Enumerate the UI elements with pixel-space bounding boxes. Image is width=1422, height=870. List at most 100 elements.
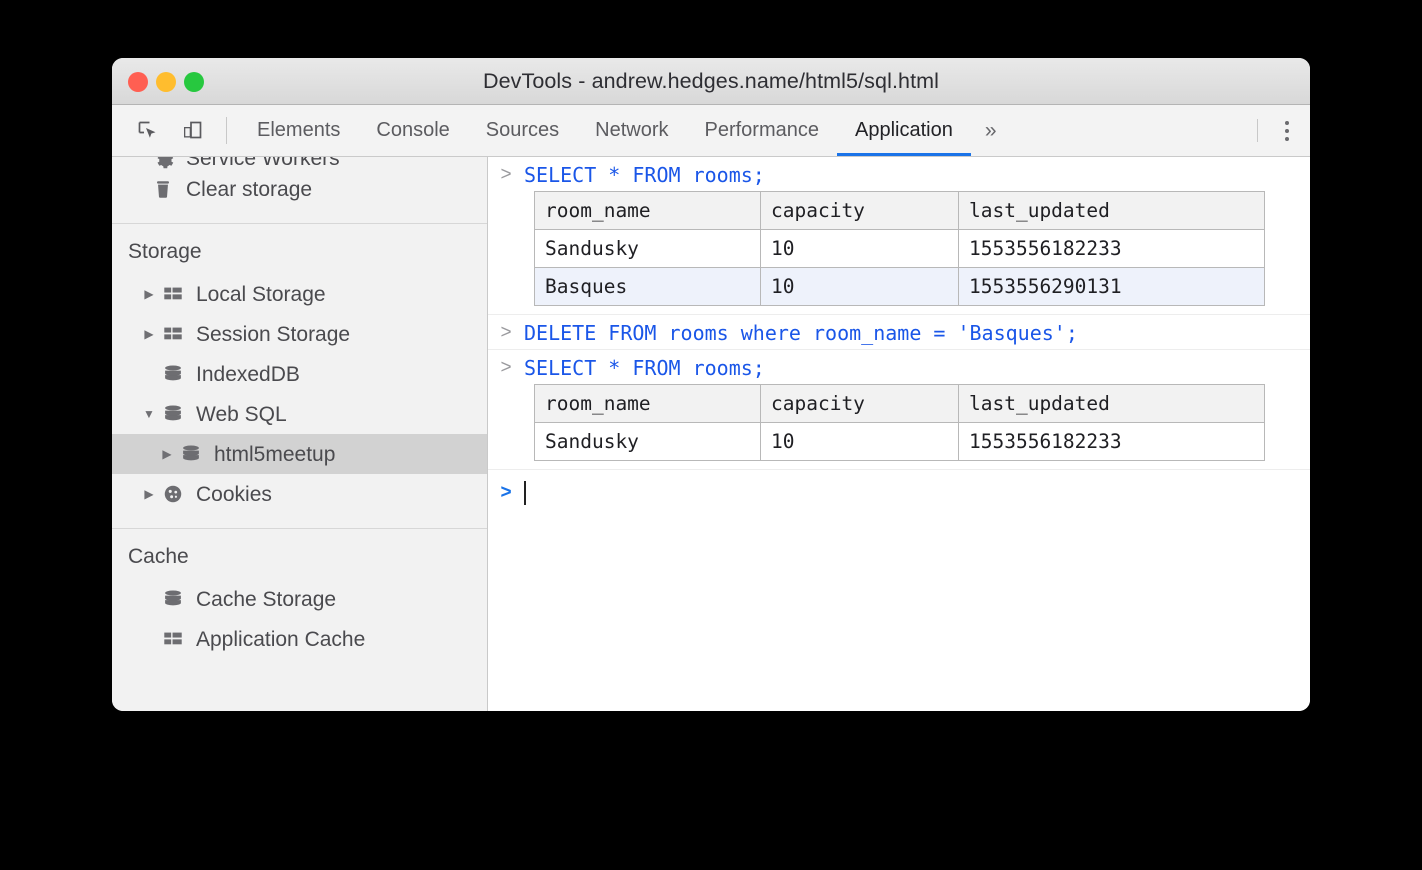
window-titlebar: DevTools - andrew.hedges.name/html5/sql.… <box>112 58 1310 105</box>
query-line[interactable]: > SELECT * FROM rooms; <box>488 157 1310 191</box>
trash-icon <box>150 178 176 200</box>
table-grid-icon <box>160 283 186 305</box>
twisty-placeholder-icon: ▶ <box>138 632 160 646</box>
column-header[interactable]: room_name <box>535 385 761 423</box>
table-cell: 1553556182233 <box>959 230 1265 268</box>
table-cell: 10 <box>761 423 959 461</box>
vertical-dots-menu-icon <box>1285 129 1289 133</box>
chevron-right-icon: > <box>488 320 524 346</box>
sidebar-item-cookies[interactable]: ▶ Cookies <box>112 474 487 514</box>
sidebar-item-label: Cache Storage <box>196 589 336 610</box>
sidebar-section-storage: Storage ▶ Local Storage ▶ <box>112 224 487 529</box>
chevron-right-icon[interactable]: ▶ <box>156 447 178 461</box>
console-entry: > DELETE FROM rooms where room_name = 'B… <box>488 315 1310 350</box>
tab-label: Application <box>855 119 953 142</box>
main-menu-button[interactable] <box>1264 105 1310 156</box>
table-cell: Sandusky <box>535 423 761 461</box>
chevron-right-icon: > <box>488 355 524 381</box>
websql-console[interactable]: > SELECT * FROM rooms; room_name capacit… <box>488 157 1310 711</box>
panel-tabs: Elements Console Sources Network Perform… <box>239 105 1251 156</box>
sidebar-item-label: Local Storage <box>196 284 326 305</box>
table-cell: Sandusky <box>535 230 761 268</box>
toolbar-right-group <box>1251 105 1310 156</box>
sidebar-item-label: Clear storage <box>186 179 312 200</box>
tab-label: Network <box>595 119 668 142</box>
result-table: room_name capacity last_updated Sandusky… <box>534 191 1265 306</box>
database-icon <box>178 443 204 465</box>
table-header-row: room_name capacity last_updated <box>535 192 1265 230</box>
chevron-right-icon[interactable]: ▶ <box>138 487 160 501</box>
query-input-line[interactable]: > <box>488 470 1310 516</box>
query-text: SELECT * FROM rooms; <box>524 162 765 188</box>
query-text: SELECT * FROM rooms; <box>524 355 765 381</box>
sidebar-item-label: Web SQL <box>196 404 287 425</box>
table-row[interactable]: Basques 10 1553556290131 <box>535 268 1265 306</box>
chevron-right-icon[interactable]: ▶ <box>138 327 160 341</box>
sidebar-item-application-cache[interactable]: ▶ Application Cache <box>112 619 487 659</box>
table-cell: 10 <box>761 230 959 268</box>
sidebar-item-indexeddb[interactable]: ▶ IndexedDB <box>112 354 487 394</box>
sidebar-item-cache-storage[interactable]: ▶ Cache Storage <box>112 579 487 619</box>
window-title: DevTools - andrew.hedges.name/html5/sql.… <box>112 58 1310 105</box>
devtools-toolbar: Elements Console Sources Network Perform… <box>112 105 1310 157</box>
panes-container: ▶ Service Workers ▶ Clear storage <box>112 157 1310 711</box>
text-cursor <box>524 481 526 505</box>
tab-label: Performance <box>705 119 820 142</box>
result-table-wrapper: room_name capacity last_updated Sandusky… <box>488 384 1310 469</box>
sidebar-item-label: IndexedDB <box>196 364 300 385</box>
column-header[interactable]: capacity <box>761 385 959 423</box>
tab-application[interactable]: Application <box>837 105 971 156</box>
query-text: DELETE FROM rooms where room_name = 'Bas… <box>524 320 1078 346</box>
column-header[interactable]: room_name <box>535 192 761 230</box>
sidebar-item-web-sql[interactable]: ▼ Web SQL <box>112 394 487 434</box>
tab-console[interactable]: Console <box>358 105 467 156</box>
chevron-right-icon: > <box>488 162 524 188</box>
twisty-placeholder-icon: ▶ <box>138 367 160 381</box>
gear-icon <box>150 157 176 169</box>
table-grid-icon <box>160 323 186 345</box>
tab-label: Sources <box>486 119 559 142</box>
application-sidebar[interactable]: ▶ Service Workers ▶ Clear storage <box>112 157 488 711</box>
sidebar-item-service-workers[interactable]: ▶ Service Workers <box>112 157 487 169</box>
sidebar-item-label: Cookies <box>196 484 272 505</box>
devtools-window: DevTools - andrew.hedges.name/html5/sql.… <box>112 58 1310 711</box>
chevron-right-icon[interactable]: ▶ <box>138 287 160 301</box>
sidebar-item-session-storage[interactable]: ▶ Session Storage <box>112 314 487 354</box>
sidebar-item-label: Session Storage <box>196 324 350 345</box>
chevron-down-icon[interactable]: ▼ <box>138 407 160 421</box>
table-row[interactable]: Sandusky 10 1553556182233 <box>535 423 1265 461</box>
console-entry: > SELECT * FROM rooms; room_name capacit… <box>488 157 1310 315</box>
chevron-double-right-icon: » <box>985 119 997 143</box>
sidebar-item-local-storage[interactable]: ▶ Local Storage <box>112 274 487 314</box>
column-header[interactable]: last_updated <box>959 385 1265 423</box>
sidebar-section-cache: Cache ▶ Cache Storage <box>112 529 487 659</box>
cookie-icon <box>160 483 186 505</box>
table-cell: 1553556182233 <box>959 423 1265 461</box>
database-icon <box>160 588 186 610</box>
sidebar-item-html5meetup[interactable]: ▶ html5meetup <box>112 434 487 474</box>
query-line[interactable]: > DELETE FROM rooms where room_name = 'B… <box>488 315 1310 349</box>
tab-label: Console <box>376 119 449 142</box>
table-row[interactable]: Sandusky 10 1553556182233 <box>535 230 1265 268</box>
tab-network[interactable]: Network <box>577 105 686 156</box>
query-line[interactable]: > SELECT * FROM rooms; <box>488 350 1310 384</box>
database-icon <box>160 363 186 385</box>
tab-performance[interactable]: Performance <box>687 105 838 156</box>
twisty-placeholder-icon: ▶ <box>128 157 150 169</box>
tab-sources[interactable]: Sources <box>468 105 577 156</box>
result-table: room_name capacity last_updated Sandusky… <box>534 384 1265 461</box>
column-header[interactable]: capacity <box>761 192 959 230</box>
sidebar-item-clear-storage[interactable]: ▶ Clear storage <box>112 169 487 209</box>
twisty-placeholder-icon: ▶ <box>128 182 150 196</box>
chevron-right-icon: > <box>488 480 524 506</box>
sidebar-item-label: Service Workers <box>186 157 340 169</box>
device-toolbar-button[interactable] <box>170 105 214 156</box>
tab-elements[interactable]: Elements <box>239 105 358 156</box>
inspect-element-button[interactable] <box>126 105 170 156</box>
column-header[interactable]: last_updated <box>959 192 1265 230</box>
more-tabs-button[interactable]: » <box>971 105 1011 156</box>
console-entry: > SELECT * FROM rooms; room_name capacit… <box>488 350 1310 470</box>
table-cell: Basques <box>535 268 761 306</box>
console-input-entry[interactable]: > <box>488 470 1310 516</box>
sidebar-section-top: ▶ Service Workers ▶ Clear storage <box>112 157 487 224</box>
